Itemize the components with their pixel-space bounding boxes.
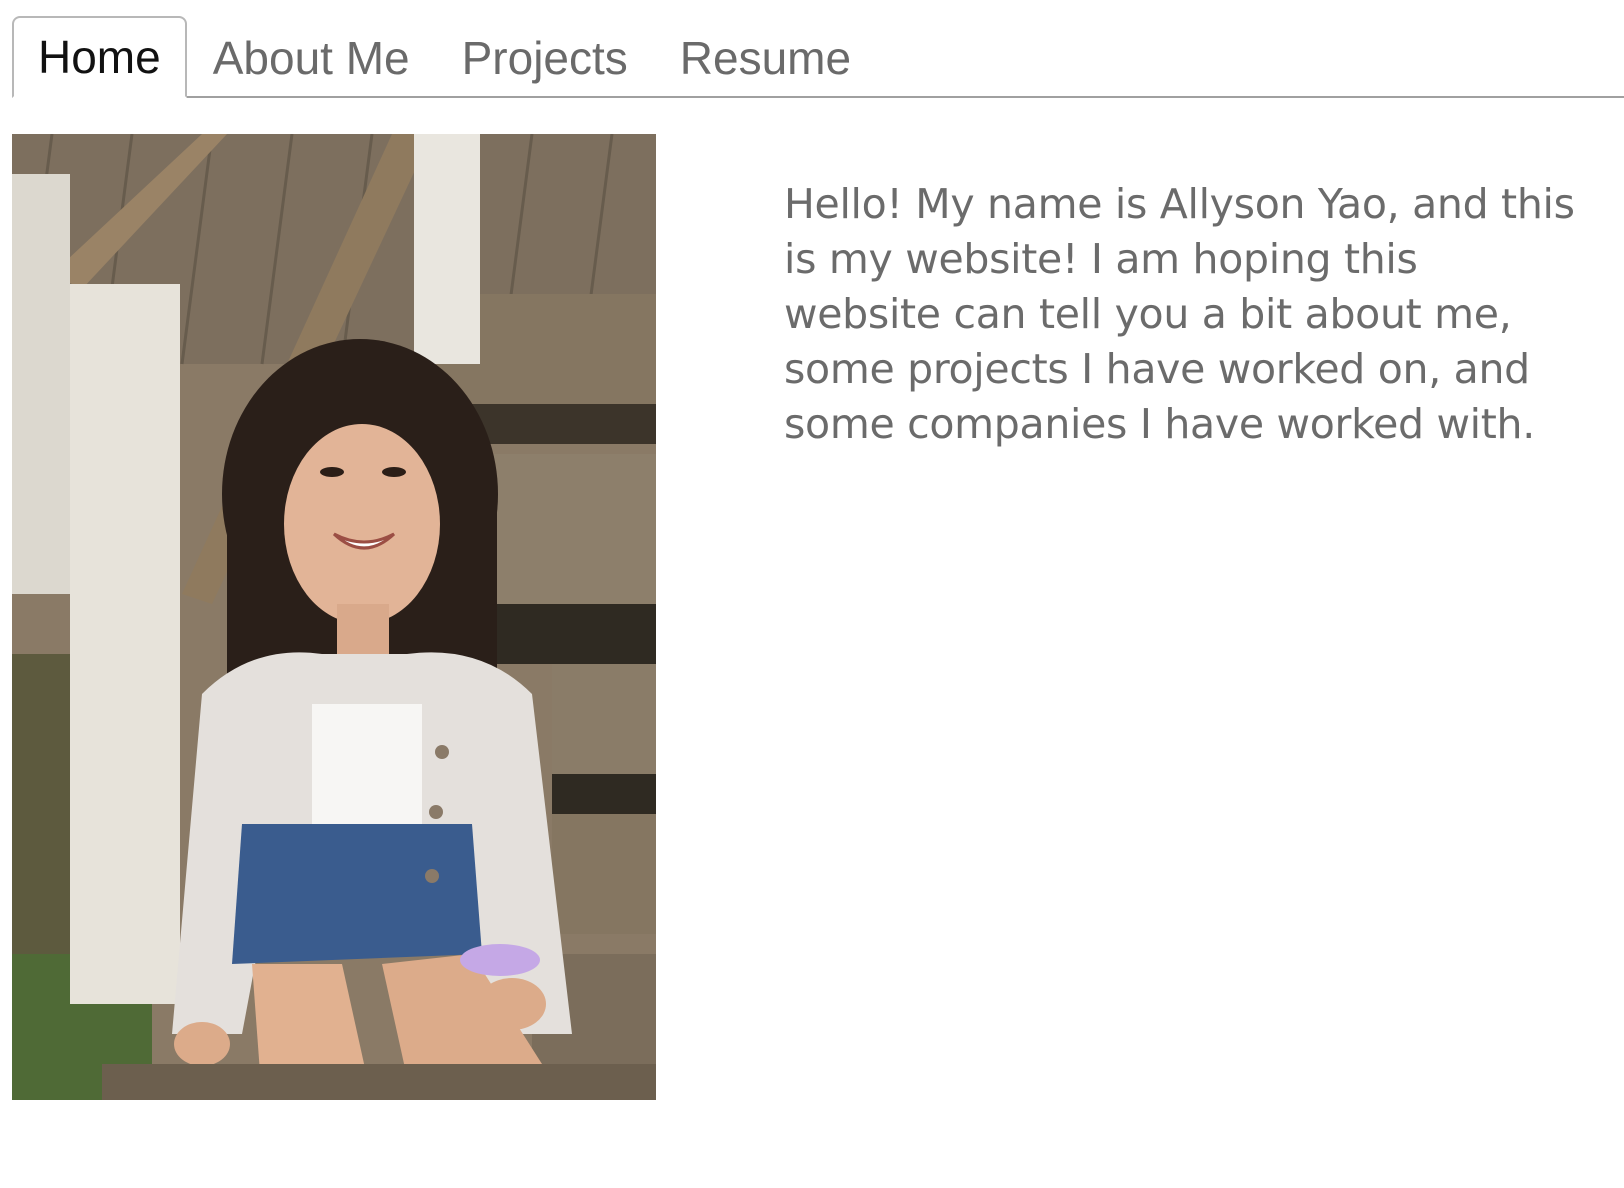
tab-resume[interactable]: Resume — [654, 18, 877, 98]
intro-text: Hello! My name is Allyson Yao, and this … — [784, 180, 1575, 448]
tab-label: Home — [38, 31, 161, 83]
page: Home About Me Projects Resume Hello! My … — [0, 0, 1624, 1188]
tab-label: Resume — [679, 32, 852, 84]
tab-home[interactable]: Home — [12, 16, 187, 98]
tab-label: Projects — [461, 32, 628, 84]
tab-bar: Home About Me Projects Resume — [12, 16, 1624, 98]
tab-about-me[interactable]: About Me — [187, 18, 436, 98]
profile-photo — [12, 134, 656, 1100]
tab-projects[interactable]: Projects — [436, 18, 654, 98]
tab-label: About Me — [212, 32, 410, 84]
portrait-photo-icon — [12, 134, 656, 1100]
